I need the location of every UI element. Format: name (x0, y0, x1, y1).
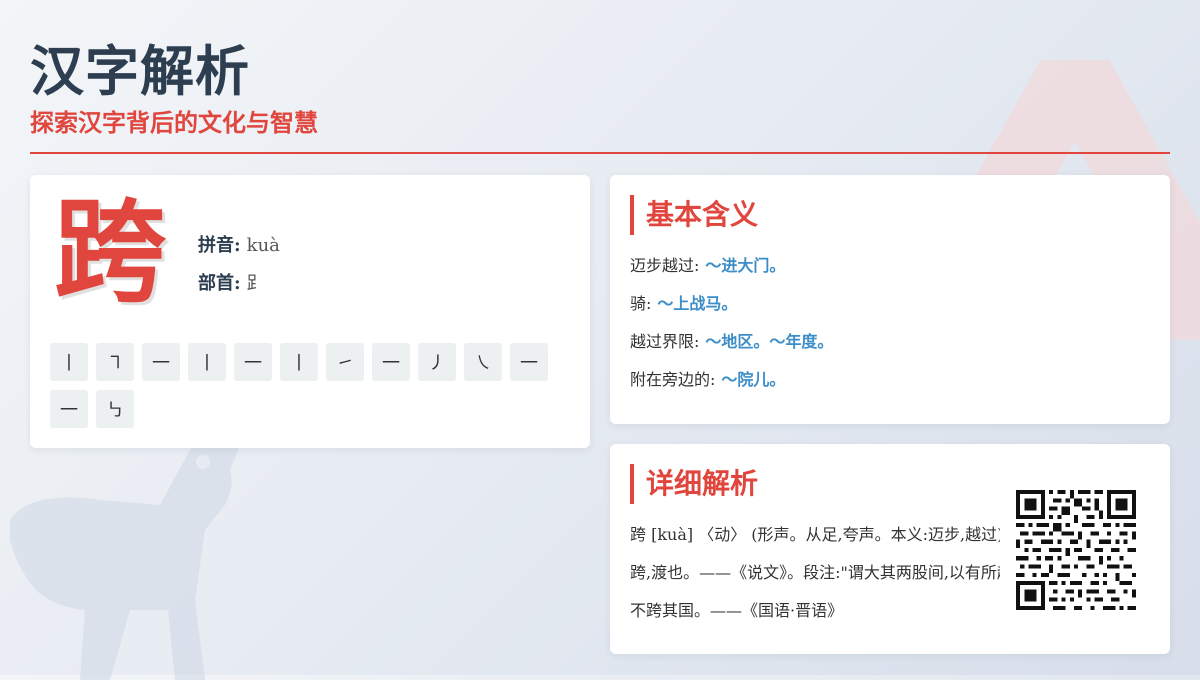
horse-watermark-icon (10, 434, 240, 680)
basic-meaning-heading: 基本含义 (630, 195, 758, 235)
stroke-tile[interactable]: ㇏ (464, 343, 502, 381)
character-card: 跨 拼音: kuà 部首: ⻊ 丨 ㇕ 一 丨 一 丨 ㇀ 一 ㇓ ㇏ 一 一 ㇉ (30, 175, 590, 448)
detailed-analysis-text: 跨 [kuà] 〈动〉 (形声。从足,夸声。本义:迈步,越过) 跨,渡也。——《… (630, 516, 1000, 630)
definition-text: 越过界限: (630, 332, 700, 351)
definition-text: 附在旁边的: (630, 370, 716, 389)
definition-item: 越过界限: ～地区。～年度。 (630, 323, 833, 361)
stroke-tile[interactable]: 一 (510, 343, 548, 381)
stroke-tile[interactable]: ㇉ (96, 390, 134, 428)
detailed-analysis-card: 详细解析 跨 [kuà] 〈动〉 (形声。从足,夸声。本义:迈步,越过) 跨,渡… (610, 444, 1170, 654)
character-meta: 拼音: kuà 部首: ⻊ (198, 227, 280, 303)
stroke-tile[interactable]: ㇀ (326, 343, 364, 381)
page-title: 汉字解析 (30, 40, 250, 103)
definition-item: 附在旁边的: ～院儿。 (630, 361, 833, 399)
page-header: 汉字解析 探索汉字背后的文化与智慧 (30, 40, 1170, 138)
definition-list: 迈步越过: ～进大门。 骑: ～上战马。 越过界限: ～地区。～年度。 附在旁边的: ～… (630, 247, 833, 399)
stroke-tile[interactable]: 一 (372, 343, 410, 381)
definition-item: 迈步越过: ～进大门。 (630, 247, 833, 285)
example-phrase: ～进大门。 (705, 256, 786, 275)
analysis-line: 跨 [kuà] 〈动〉 (形声。从足,夸声。本义:迈步,越过) (630, 525, 1000, 544)
radical-value: ⻊ (246, 273, 265, 294)
stroke-tile[interactable]: 丨 (188, 343, 226, 381)
radical-label: 部首: (198, 273, 241, 294)
example-phrase: ～院儿。 (721, 370, 786, 389)
stroke-tile[interactable]: 一 (234, 343, 272, 381)
basic-meaning-card: 基本含义 迈步越过: ～进大门。 骑: ～上战马。 越过界限: ～地区。～年度。 附在… (610, 175, 1170, 424)
radical-row: 部首: ⻊ (198, 265, 280, 303)
header-divider (30, 152, 1170, 154)
character-glyph: 跨 (54, 188, 166, 318)
definition-item: 骑: ～上战马。 (630, 285, 833, 323)
stroke-tile[interactable]: 一 (50, 390, 88, 428)
detailed-analysis-heading: 详细解析 (630, 464, 758, 504)
pinyin-value: kuà (246, 235, 280, 256)
pinyin-label: 拼音: (198, 235, 241, 256)
pinyin-row: 拼音: kuà (198, 227, 280, 265)
stroke-order: 丨 ㇕ 一 丨 一 丨 ㇀ 一 ㇓ ㇏ 一 一 ㇉ (50, 343, 560, 428)
stroke-tile[interactable]: 丨 (50, 343, 88, 381)
analysis-line: 跨,渡也。——《说文》。段注:"谓大其两股间,以有所越也。" (630, 563, 1000, 582)
definition-text: 迈步越过: (630, 256, 700, 275)
example-phrase: ～地区。 (705, 332, 770, 351)
analysis-line: 不跨其国。——《国语·晋语》 (630, 601, 844, 620)
example-phrase: ～年度。 (769, 332, 834, 351)
example-phrase: ～上战马。 (657, 294, 738, 313)
page-subtitle: 探索汉字背后的文化与智慧 (30, 109, 318, 137)
stroke-tile[interactable]: ㇓ (418, 343, 456, 381)
stroke-tile[interactable]: 一 (142, 343, 180, 381)
stroke-tile[interactable]: ㇕ (96, 343, 134, 381)
definition-text: 骑: (630, 294, 652, 313)
stroke-tile[interactable]: 丨 (280, 343, 318, 381)
qr-code-icon[interactable] (1016, 490, 1136, 610)
